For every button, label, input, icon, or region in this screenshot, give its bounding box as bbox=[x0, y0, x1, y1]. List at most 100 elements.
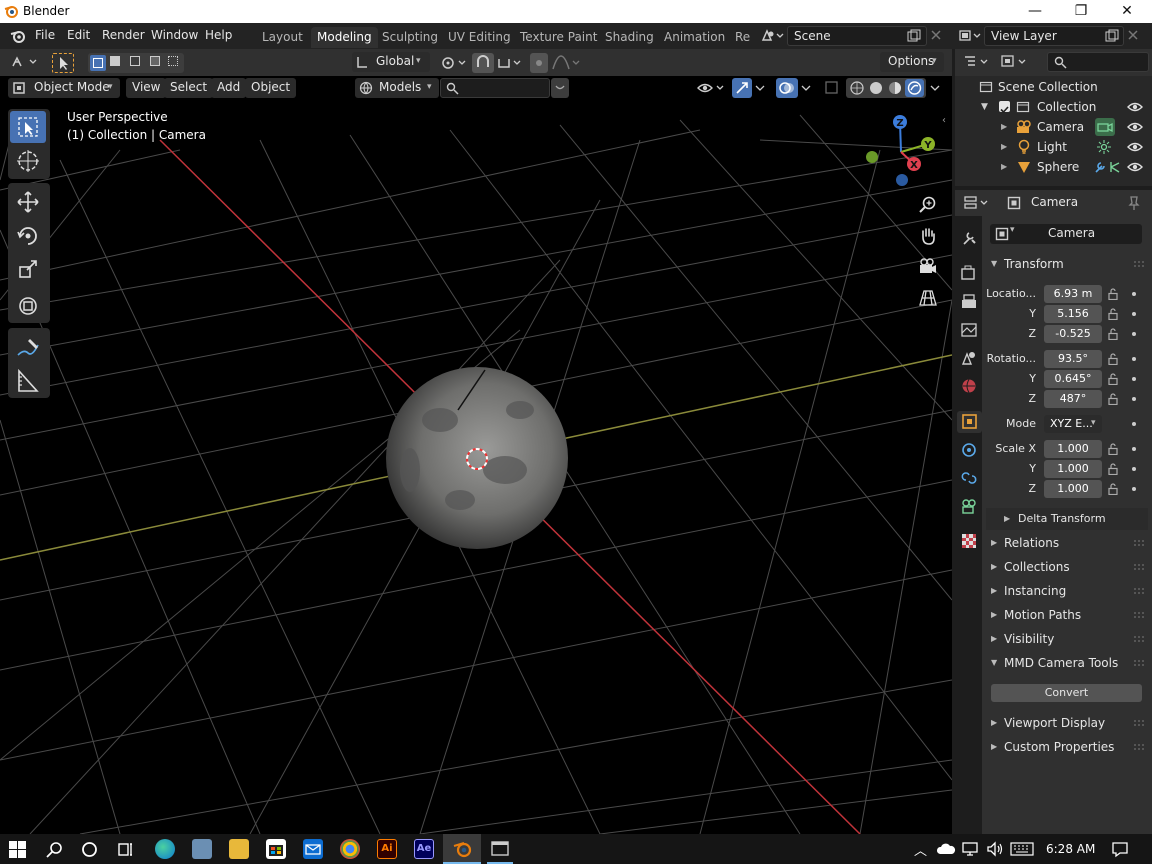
3d-viewport[interactable]: User Perspective (1) Collection | Camera… bbox=[0, 100, 952, 834]
drag-grip-icon[interactable] bbox=[1134, 564, 1144, 570]
viewport-display-panel-header[interactable]: ▶ Viewport Display bbox=[982, 712, 1152, 734]
mmd-camera-tools-panel-header[interactable]: ▼ MMD Camera Tools bbox=[982, 652, 1152, 674]
object-name-field[interactable]: ▾ Camera bbox=[990, 224, 1142, 244]
select-intersect-icon[interactable] bbox=[168, 56, 182, 70]
tab-rendering[interactable]: Re bbox=[729, 27, 756, 48]
instancing-panel-header[interactable]: ▶ Instancing bbox=[982, 580, 1152, 602]
eye-icon[interactable] bbox=[1127, 141, 1143, 153]
keyframe-dot-icon[interactable] bbox=[1132, 357, 1136, 361]
volume-icon[interactable] bbox=[986, 841, 1004, 857]
visibility-panel-header[interactable]: ▶ Visibility bbox=[982, 628, 1152, 650]
delta-transform-subpanel[interactable]: ▶ Delta Transform bbox=[986, 508, 1148, 530]
asset-search-input[interactable] bbox=[440, 78, 550, 98]
snap-toggle-icon[interactable] bbox=[472, 53, 494, 73]
menu-window[interactable]: Window bbox=[151, 28, 198, 42]
menu-file[interactable]: File bbox=[35, 28, 55, 42]
view-layer-field[interactable]: View Layer bbox=[984, 26, 1124, 46]
wireframe-shading-icon[interactable] bbox=[849, 80, 865, 96]
lock-icon[interactable] bbox=[1107, 353, 1119, 365]
drag-grip-icon[interactable] bbox=[1134, 588, 1144, 594]
lock-icon[interactable] bbox=[1107, 308, 1119, 320]
tab-modeling[interactable]: Modeling bbox=[311, 27, 378, 48]
select-invert-icon[interactable] bbox=[150, 56, 164, 70]
output-tab-icon[interactable] bbox=[959, 292, 979, 312]
gizmo-toggle-icon[interactable] bbox=[732, 78, 752, 98]
photos-app-icon[interactable] bbox=[192, 839, 212, 859]
new-scene-icon[interactable] bbox=[907, 29, 921, 43]
lock-icon[interactable] bbox=[1107, 483, 1119, 495]
modifier-wrench-icon[interactable] bbox=[1093, 160, 1107, 174]
keyframe-dot-icon[interactable] bbox=[1132, 377, 1136, 381]
lock-icon[interactable] bbox=[1107, 288, 1119, 300]
outliner-row-light[interactable]: ▶ Light bbox=[955, 137, 1152, 157]
keyframe-dot-icon[interactable] bbox=[1132, 487, 1136, 491]
scale-z-field[interactable]: 1.000 bbox=[1044, 480, 1102, 498]
notifications-icon[interactable] bbox=[1111, 841, 1129, 858]
lock-icon[interactable] bbox=[1107, 393, 1119, 405]
tool-settings-tab-icon[interactable] bbox=[959, 228, 979, 248]
expand-triangle-icon[interactable]: ▶ bbox=[1001, 157, 1007, 177]
outliner-row-scene-collection[interactable]: Scene Collection bbox=[955, 77, 1152, 97]
zoom-icon[interactable] bbox=[918, 195, 938, 215]
proportional-editing-icon[interactable] bbox=[530, 53, 548, 73]
cortana-icon[interactable] bbox=[81, 841, 98, 858]
menu-help[interactable]: Help bbox=[205, 28, 232, 42]
rotation-mode-dropdown[interactable]: XYZ E... ▾ bbox=[1044, 415, 1102, 433]
tab-shading[interactable]: Shading bbox=[599, 27, 660, 48]
eye-icon[interactable] bbox=[1127, 121, 1143, 133]
outliner-search-input[interactable] bbox=[1047, 52, 1149, 72]
show-hidden-icons-chevron-icon[interactable]: ︿ bbox=[914, 840, 927, 859]
close-window-button[interactable]: ✕ bbox=[1104, 0, 1150, 23]
menu-view[interactable]: View bbox=[126, 78, 167, 98]
menu-edit[interactable]: Edit bbox=[67, 28, 90, 42]
camera-data-tab-icon[interactable] bbox=[959, 496, 979, 516]
remove-view-layer-icon[interactable] bbox=[1128, 30, 1138, 40]
tab-animation[interactable]: Animation bbox=[658, 27, 731, 48]
perspective-toggle-icon[interactable] bbox=[918, 288, 938, 308]
minimize-button[interactable]: — bbox=[1012, 0, 1058, 23]
editor-type-icon[interactable] bbox=[10, 54, 40, 70]
select-subtract-icon[interactable] bbox=[130, 56, 144, 70]
menu-select[interactable]: Select bbox=[164, 78, 214, 98]
keyboard-icon[interactable] bbox=[1010, 842, 1034, 856]
blender-menu-icon[interactable] bbox=[10, 28, 26, 44]
object-tab[interactable] bbox=[957, 411, 982, 433]
collections-panel-header[interactable]: ▶ Collections bbox=[982, 556, 1152, 578]
gizmo-options-chevron-icon[interactable] bbox=[752, 79, 768, 97]
options-dropdown[interactable]: Options ▾ bbox=[880, 52, 944, 72]
vertex-groups-icon[interactable] bbox=[1108, 160, 1122, 174]
menu-add[interactable]: Add bbox=[211, 78, 247, 98]
shading-options-chevron-icon[interactable] bbox=[927, 79, 943, 97]
transform-tool[interactable] bbox=[10, 290, 46, 322]
display-mode-icon[interactable] bbox=[1000, 54, 1032, 70]
scene-name-field[interactable]: Scene bbox=[787, 26, 927, 46]
rotate-tool[interactable] bbox=[10, 220, 46, 252]
pivot-point-icon[interactable] bbox=[439, 54, 469, 72]
cursor-tool[interactable] bbox=[10, 145, 46, 177]
location-x-field[interactable]: 6.93 m bbox=[1044, 285, 1102, 303]
select-tool[interactable] bbox=[10, 111, 46, 143]
outliner-editor-type-icon[interactable] bbox=[963, 54, 993, 70]
properties-editor-type-icon[interactable] bbox=[963, 195, 993, 211]
physics-tab-icon[interactable] bbox=[959, 440, 979, 460]
keyframe-dot-icon[interactable] bbox=[1132, 422, 1136, 426]
microsoft-store-icon[interactable] bbox=[266, 839, 286, 859]
chrome-browser-icon[interactable] bbox=[340, 839, 360, 859]
keyframe-dot-icon[interactable] bbox=[1132, 292, 1136, 296]
after-effects-app-icon[interactable]: Ae bbox=[414, 839, 434, 859]
tab-layout[interactable]: Layout bbox=[256, 27, 309, 48]
camera-data-icon[interactable] bbox=[1095, 118, 1115, 136]
scene-selector-icon[interactable] bbox=[760, 28, 784, 44]
keyframe-dot-icon[interactable] bbox=[1132, 467, 1136, 471]
texture-tab-icon[interactable] bbox=[959, 531, 979, 551]
drag-grip-icon[interactable] bbox=[1134, 660, 1144, 666]
annotate-tool[interactable] bbox=[10, 331, 46, 363]
edge-browser-icon[interactable] bbox=[155, 839, 175, 859]
light-data-icon[interactable] bbox=[1096, 140, 1112, 154]
material-shading-icon[interactable] bbox=[887, 80, 903, 96]
lock-icon[interactable] bbox=[1107, 328, 1119, 340]
scale-x-field[interactable]: 1.000 bbox=[1044, 440, 1102, 458]
new-view-layer-icon[interactable] bbox=[1105, 29, 1119, 43]
rotation-x-field[interactable]: 93.5° bbox=[1044, 350, 1102, 368]
world-tab-icon[interactable] bbox=[959, 376, 979, 396]
